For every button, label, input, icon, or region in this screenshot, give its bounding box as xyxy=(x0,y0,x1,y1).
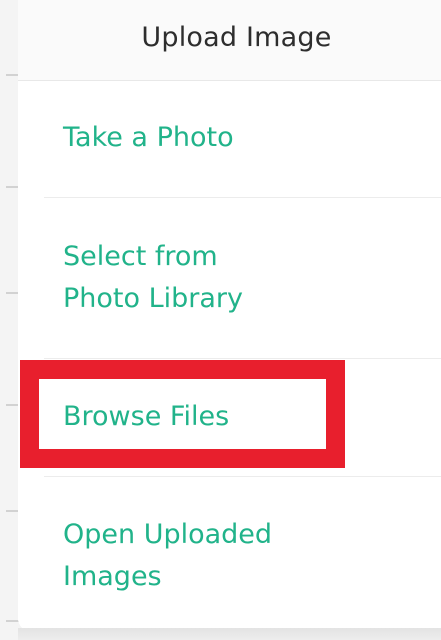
photo-library-label: Select from Photo Library xyxy=(63,241,244,314)
uploaded-images-option[interactable]: Open Uploaded Images xyxy=(18,477,441,632)
highlight-box xyxy=(20,360,345,468)
photo-library-option[interactable]: Select from Photo Library xyxy=(18,198,441,358)
take-photo-label: Take a Photo xyxy=(63,122,234,153)
upload-image-sheet: Upload Image Take a Photo Select from Ph… xyxy=(18,0,441,632)
sheet-bottom-edge xyxy=(18,628,441,640)
take-photo-option[interactable]: Take a Photo xyxy=(18,81,441,197)
sheet-title: Upload Image xyxy=(141,22,332,53)
sheet-header: Upload Image xyxy=(18,0,441,81)
uploaded-images-label: Open Uploaded Images xyxy=(63,519,273,592)
